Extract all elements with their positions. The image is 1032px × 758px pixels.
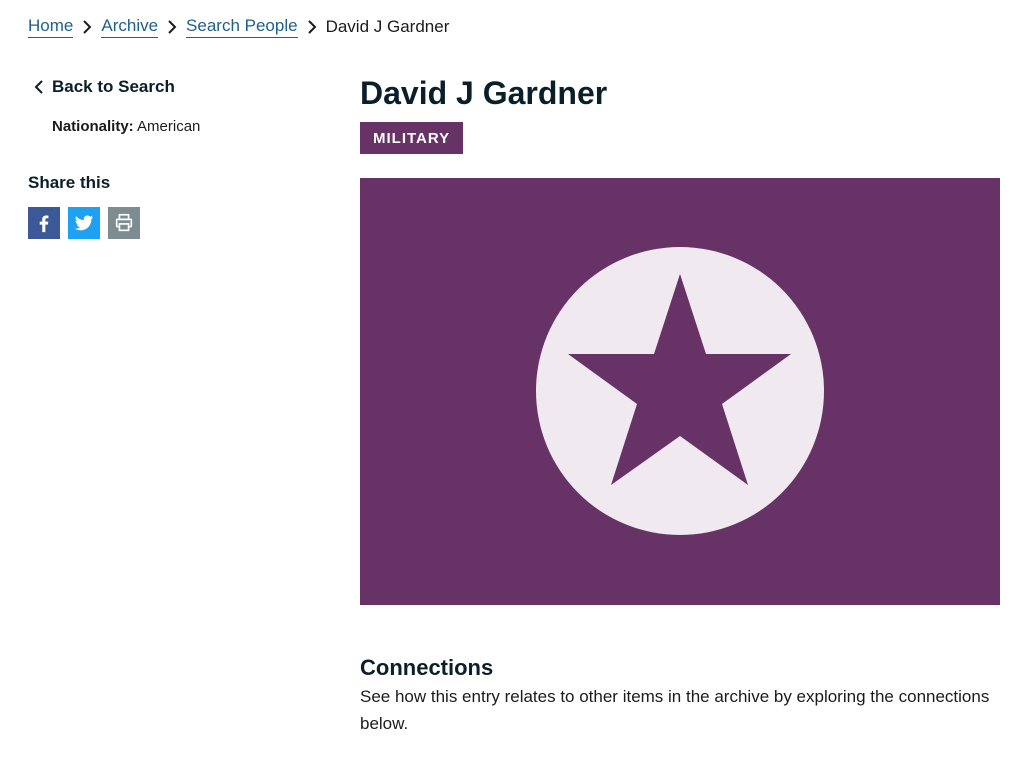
category-badge: MILITARY <box>360 122 464 154</box>
back-to-search-link[interactable]: Back to Search <box>34 77 175 97</box>
twitter-icon <box>74 215 94 231</box>
print-button[interactable] <box>108 207 140 239</box>
breadcrumb: Home Archive Search People David J Gardn… <box>28 16 449 38</box>
print-icon <box>115 213 133 232</box>
back-to-search-label: Back to Search <box>52 77 175 96</box>
breadcrumb-home-link[interactable]: Home <box>28 16 74 38</box>
breadcrumb-search-people-link[interactable]: Search People <box>186 16 298 38</box>
nationality-label: Nationality: <box>52 118 134 135</box>
share-title: Share this <box>28 173 111 192</box>
connections-title: Connections <box>360 655 494 680</box>
chevron-right-icon <box>298 20 326 34</box>
page-title: David J Gardner <box>360 75 608 111</box>
nationality-value: American <box>137 118 201 135</box>
chevron-right-icon <box>73 20 101 34</box>
facebook-icon <box>39 215 49 233</box>
breadcrumb-current: David J Gardner <box>325 17 450 36</box>
nationality-field: Nationality: American <box>52 118 200 135</box>
chevron-left-icon <box>34 80 43 94</box>
connections-description: See how this entry relates to other item… <box>360 687 990 733</box>
star-icon <box>536 247 824 535</box>
share-twitter-button[interactable] <box>68 207 100 239</box>
breadcrumb-archive-link[interactable]: Archive <box>101 16 159 38</box>
hero-image <box>360 178 1000 605</box>
share-facebook-button[interactable] <box>28 207 60 239</box>
chevron-right-icon <box>158 20 186 34</box>
share-buttons <box>28 207 140 239</box>
